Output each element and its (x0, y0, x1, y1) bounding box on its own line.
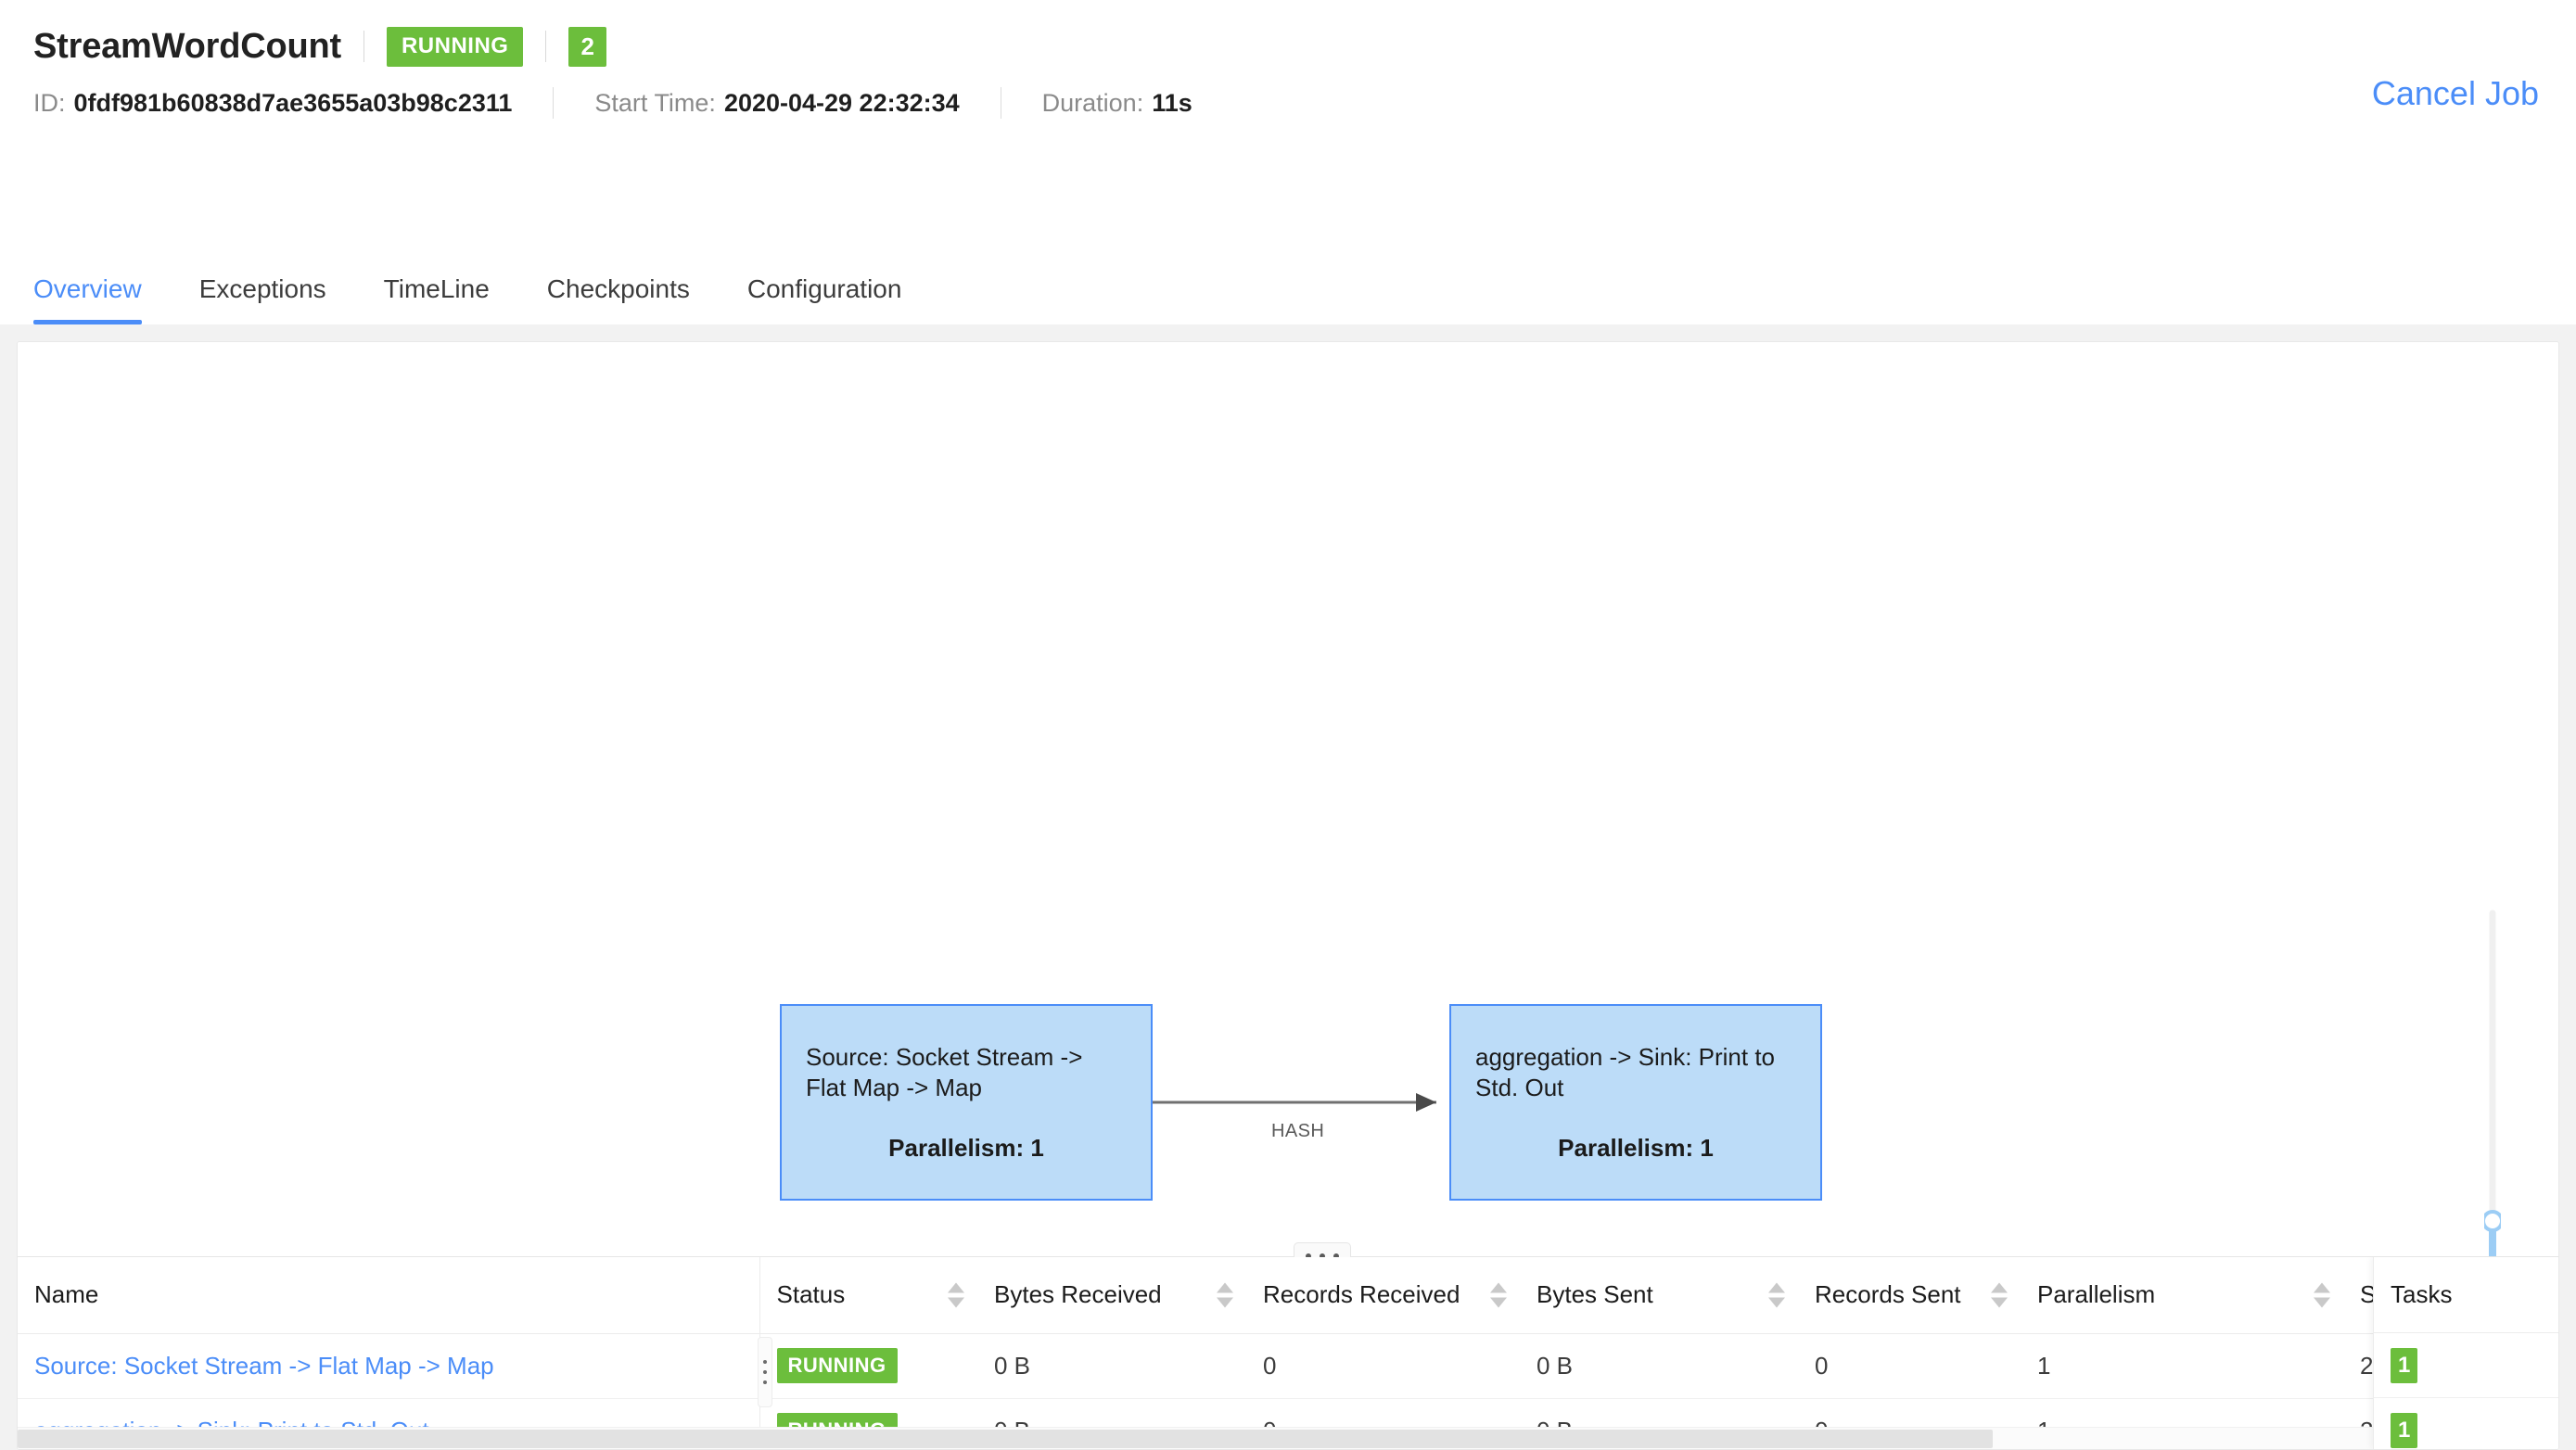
column-header-bytes-received[interactable]: Bytes Received (977, 1257, 1246, 1334)
column-resize-handle[interactable] (758, 1337, 772, 1407)
cell-name[interactable]: Source: Socket Stream -> Flat Map -> Map (18, 1333, 759, 1399)
table-row[interactable]: Source: Socket Stream -> Flat Map -> Map… (18, 1333, 2558, 1399)
dot-icon (763, 1380, 767, 1384)
divider (553, 87, 555, 119)
column-header-label: Records Received (1263, 1280, 1460, 1309)
column-header-bytes-sent[interactable]: Bytes Sent (1520, 1257, 1798, 1334)
tab-exceptions[interactable]: Exceptions (199, 274, 326, 324)
column-header-label: Bytes Received (994, 1280, 1162, 1309)
cell-tasks: 1 (2374, 1398, 2558, 1449)
status-badge: RUNNING (776, 1348, 898, 1383)
column-header-records-sent[interactable]: Records Sent (1798, 1257, 2021, 1334)
graph-node-label: aggregation -> Sink: Print to Std. Out (1475, 1042, 1776, 1101)
vertices-table: Name Status Bytes Received Records Recei… (18, 1257, 2558, 1449)
divider (545, 31, 547, 62)
sort-arrows-icon[interactable] (1217, 1282, 1233, 1308)
dot-icon (763, 1370, 767, 1374)
job-graph-edges (1153, 1093, 1436, 1112)
cell-bytes-received: 0 B (977, 1333, 1246, 1399)
page-title: StreamWordCount (33, 26, 341, 66)
vertex-link[interactable]: Source: Socket Stream -> Flat Map -> Map (34, 1352, 494, 1380)
job-tabs: Overview Exceptions TimeLine Checkpoints… (0, 248, 2576, 324)
table-horizontal-scrollbar[interactable] (18, 1427, 2558, 1449)
start-time-label: Start Time: (594, 88, 716, 117)
duration-label: Duration: (1041, 88, 1144, 117)
tasks-sticky-column: Tasks 1 1 (2373, 1257, 2558, 1449)
job-id-value: 0fdf981b60838d7ae3655a03b98c2311 (73, 88, 513, 117)
divider (363, 31, 364, 62)
column-header-records-received[interactable]: Records Received (1246, 1257, 1520, 1334)
sort-arrows-icon[interactable] (1768, 1282, 1785, 1308)
cancel-job-button[interactable]: Cancel Job (2372, 74, 2539, 113)
status-badge: RUNNING (386, 26, 524, 67)
cell-records-received: 0 (1246, 1333, 1520, 1399)
tab-configuration[interactable]: Configuration (747, 274, 902, 324)
scrollbar-thumb[interactable] (18, 1430, 1993, 1448)
overview-content: Source: Socket Stream -> Flat Map -> Map… (0, 324, 2576, 1450)
tab-overview[interactable]: Overview (33, 274, 142, 324)
vertex-count-badge: 2 (568, 26, 606, 67)
duration-value: 11s (1152, 88, 1192, 117)
column-header-label: Bytes Sent (1537, 1280, 1653, 1309)
cell-parallelism: 1 (2021, 1333, 2343, 1399)
sort-arrows-icon[interactable] (1490, 1282, 1507, 1308)
column-header-status[interactable]: Status (759, 1257, 977, 1334)
graph-node-source[interactable]: Source: Socket Stream -> Flat Map -> Map… (780, 1004, 1153, 1201)
cell-tasks: 1 (2374, 1333, 2558, 1398)
cell-bytes-sent: 0 B (1520, 1333, 1798, 1399)
job-meta-row: ID: 0fdf981b60838d7ae3655a03b98c2311 Sta… (33, 87, 2543, 119)
column-header-label: Status (776, 1280, 846, 1309)
dot-icon (763, 1360, 767, 1364)
sort-arrows-icon[interactable] (948, 1282, 964, 1308)
cell-status: RUNNING (759, 1333, 977, 1399)
overview-panel: Source: Socket Stream -> Flat Map -> Map… (17, 341, 2559, 1450)
task-count-badge: 1 (2391, 1347, 2418, 1383)
task-count-badge: 1 (2391, 1412, 2418, 1448)
job-title-row: StreamWordCount RUNNING 2 (33, 0, 2543, 67)
column-header-parallelism[interactable]: Parallelism (2021, 1257, 2343, 1334)
column-header-name[interactable]: Name (18, 1257, 759, 1334)
job-id-label: ID: (33, 88, 66, 117)
column-header-label: Name (34, 1280, 99, 1309)
vertices-table-wrapper[interactable]: Name Status Bytes Received Records Recei… (18, 1257, 2558, 1449)
tab-timeline[interactable]: TimeLine (384, 274, 490, 324)
graph-node-parallelism: Parallelism: 1 (888, 1134, 1044, 1163)
graph-zoom-slider[interactable] (2484, 908, 2501, 1256)
graph-edge-label: HASH (1271, 1121, 1325, 1141)
sort-arrows-icon[interactable] (2314, 1282, 2330, 1308)
graph-node-label: Source: Socket Stream -> Flat Map -> Map (806, 1042, 1083, 1101)
column-header-tasks[interactable]: Tasks (2374, 1257, 2558, 1333)
sort-arrows-icon[interactable] (1991, 1282, 2008, 1308)
column-header-label: Parallelism (2037, 1280, 2156, 1309)
cell-records-sent: 0 (1798, 1333, 2021, 1399)
job-header: StreamWordCount RUNNING 2 ID: 0fdf981b60… (0, 0, 2576, 248)
table-header-row: Name Status Bytes Received Records Recei… (18, 1257, 2558, 1334)
start-time-value: 2020-04-29 22:32:34 (723, 88, 960, 117)
graph-node-parallelism: Parallelism: 1 (1558, 1134, 1714, 1163)
graph-node-sink[interactable]: aggregation -> Sink: Print to Std. Out P… (1449, 1004, 1822, 1201)
job-graph-canvas[interactable]: Source: Socket Stream -> Flat Map -> Map… (18, 342, 2558, 1256)
tab-checkpoints[interactable]: Checkpoints (547, 274, 690, 324)
column-header-label: Records Sent (1815, 1280, 1961, 1309)
